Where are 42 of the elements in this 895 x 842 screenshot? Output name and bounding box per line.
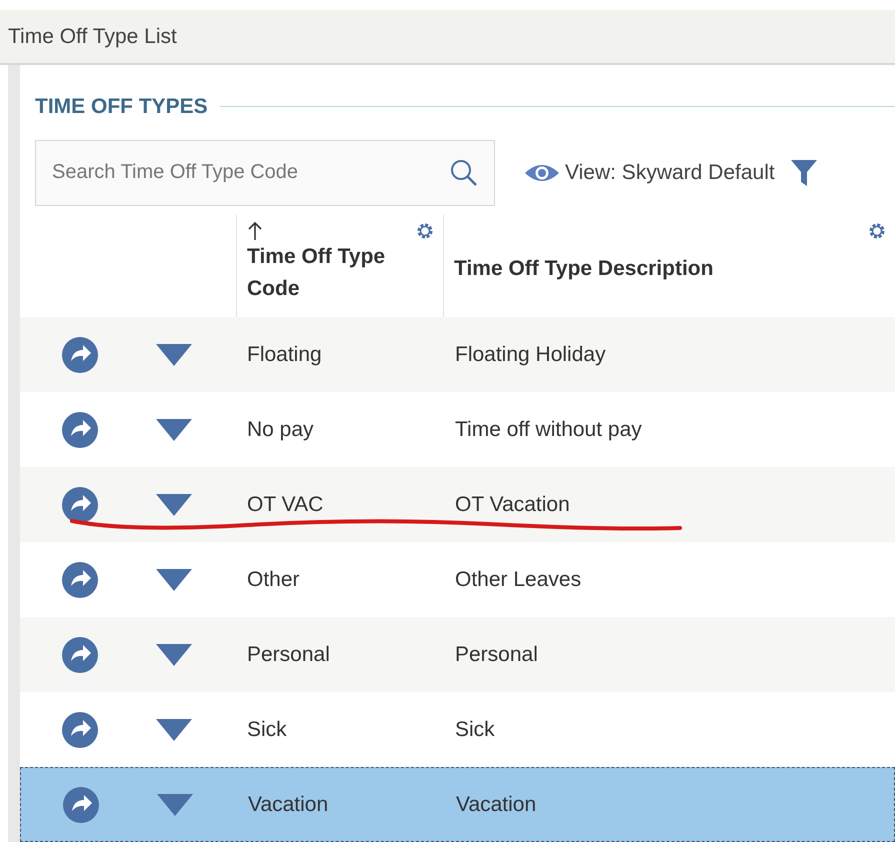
table-cell: Personal [247, 642, 330, 666]
view-button[interactable]: View: Skyward Default [523, 157, 775, 189]
arrow-circle-icon[interactable] [61, 486, 99, 524]
table-row[interactable]: OT VAC OT Vacation [20, 467, 895, 542]
table-cell: OT Vacation [455, 492, 570, 516]
search-field[interactable]: Search Time Off Type Code [35, 140, 495, 206]
arrow-circle-icon[interactable] [61, 636, 99, 674]
table-row[interactable]: Floating Floating Holiday [20, 317, 895, 392]
table-cell: Sick [455, 718, 495, 741]
arrow-circle-icon[interactable] [61, 710, 99, 748]
caret-icon[interactable] [156, 644, 192, 666]
table-cell: Personal [455, 642, 538, 666]
table-cell: Vacation [248, 792, 328, 816]
table-cell: Vacation [456, 792, 536, 816]
filter-icon[interactable] [790, 158, 817, 188]
caret-icon[interactable] [156, 494, 192, 516]
arrow-circle-icon[interactable] [61, 336, 99, 374]
table-cell: Floating Holiday [455, 342, 606, 366]
caret-icon[interactable] [156, 418, 192, 440]
window-title: Time Off Type List [8, 24, 177, 50]
table-cell: Time off without pay [455, 418, 642, 441]
gear-icon[interactable] [415, 220, 435, 241]
table-row[interactable]: Vacation Vacation [20, 767, 895, 842]
table-cell: OT VAC [247, 492, 324, 516]
caret-icon[interactable] [157, 794, 193, 816]
table-cell: Floating [247, 342, 322, 366]
table-cell: Other [247, 568, 300, 591]
column-header[interactable]: Time Off Type Description [454, 252, 714, 285]
table-cell: No pay [247, 418, 314, 441]
arrow-circle-icon[interactable] [61, 560, 99, 598]
caret-icon[interactable] [156, 718, 192, 740]
gear-icon[interactable] [867, 220, 887, 241]
arrow-circle-icon[interactable] [61, 410, 99, 448]
arrow-circle-icon[interactable] [62, 786, 100, 824]
search-icon[interactable] [449, 158, 479, 188]
table-cell: Other Leaves [455, 568, 582, 591]
caret-icon[interactable] [156, 344, 192, 366]
table-row[interactable]: Personal Personal [20, 617, 895, 692]
column-header[interactable]: Time Off Type Code [247, 240, 443, 305]
table-cell: Sick [247, 718, 287, 741]
section-title: TIME OFF TYPES [35, 94, 208, 120]
caret-icon[interactable] [156, 568, 192, 590]
